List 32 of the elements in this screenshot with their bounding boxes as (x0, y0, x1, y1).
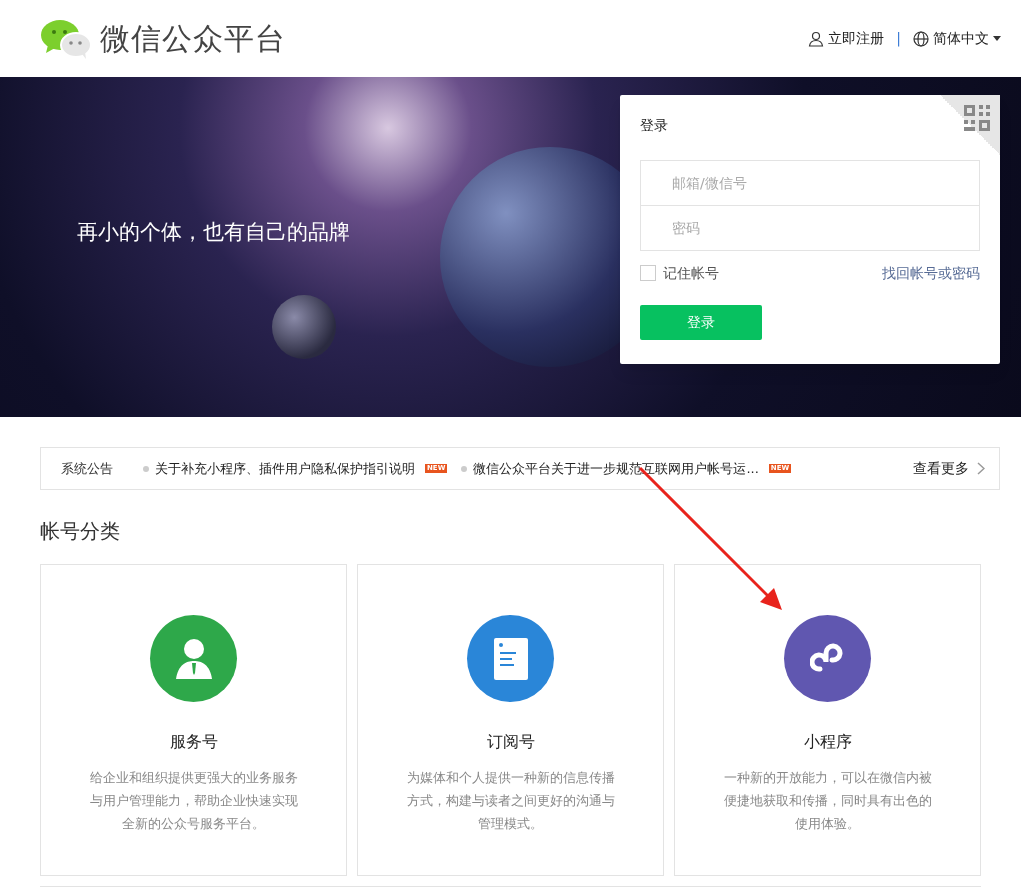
section-title: 帐号分类 (40, 518, 121, 544)
banner-slogan: 再小的个体，也有自己的品牌 (77, 219, 350, 247)
register-link[interactable]: 立即注册 (808, 28, 885, 49)
type-name: 服务号 (169, 731, 218, 753)
chat-bubbles-logo (40, 18, 92, 59)
person-icon (173, 636, 214, 681)
login-title: 登录 (640, 115, 669, 135)
qr-code-icon (964, 104, 990, 131)
chevron-right-icon (977, 462, 985, 475)
notice-label: 系统公告 (61, 459, 113, 478)
more-link[interactable]: 查看更多 (913, 458, 985, 479)
separator-text: | (896, 29, 901, 49)
type-description: 一种新的开放能力，可以在微信内被便捷地获取和传播，同时具有出色的使用体验。 (722, 769, 933, 833)
type-name: 小程序 (803, 731, 852, 753)
type-name: 订阅号 (486, 731, 535, 753)
remember-label: 记住帐号 (663, 263, 719, 283)
account-type-card[interactable]: 服务号 给企业和组织提供更强大的业务服务与用户管理能力，帮助企业快速实现全新的公众号服务平台。 (40, 564, 347, 876)
globe-icon (913, 30, 929, 47)
document-icon (492, 636, 529, 681)
user-icon (808, 30, 825, 47)
remember-checkbox[interactable] (640, 265, 656, 281)
password-input[interactable]: 密码 (640, 205, 980, 251)
language-dropdown[interactable]: 简体中文 (913, 28, 1001, 49)
notice-title: 关于补充小程序、插件用户隐私保护指引说明 (155, 459, 415, 478)
account-input[interactable]: 邮箱/微信号 (640, 159, 980, 206)
brand-title: 微信公众平台 (100, 20, 286, 58)
account-type-card[interactable]: 订阅号 为媒体和个人提供一种新的信息传播方式，构建与读者之间更好的沟通与管理模式。 (357, 564, 664, 876)
type-description: 为媒体和个人提供一种新的信息传播方式，构建与读者之间更好的沟通与管理模式。 (405, 769, 616, 833)
caret-icon (993, 36, 1001, 41)
forgot-link[interactable]: 找回帐号或密码 (882, 262, 980, 284)
account-type-card[interactable]: 小程序 一种新的开放能力，可以在微信内被便捷地获取和传播，同时具有出色的使用体验。 (674, 564, 981, 876)
type-description: 给企业和组织提供更强大的业务服务与用户管理能力，帮助企业快速实现全新的公众号服务平台。 (88, 769, 299, 833)
